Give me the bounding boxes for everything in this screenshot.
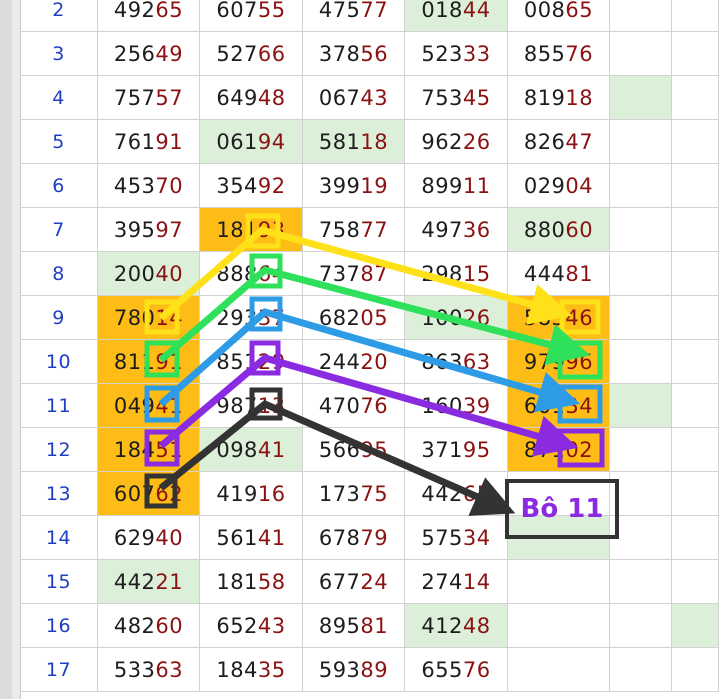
bo-11-label: Bô 11 <box>505 479 619 539</box>
blue-arrow <box>158 308 581 413</box>
annotation-overlay <box>144 213 605 516</box>
blue-box-right <box>557 384 603 424</box>
purple-box-right <box>557 428 605 468</box>
yellow-box-right <box>559 299 601 335</box>
black-arrow <box>158 399 516 516</box>
purple-arrow <box>158 354 579 457</box>
